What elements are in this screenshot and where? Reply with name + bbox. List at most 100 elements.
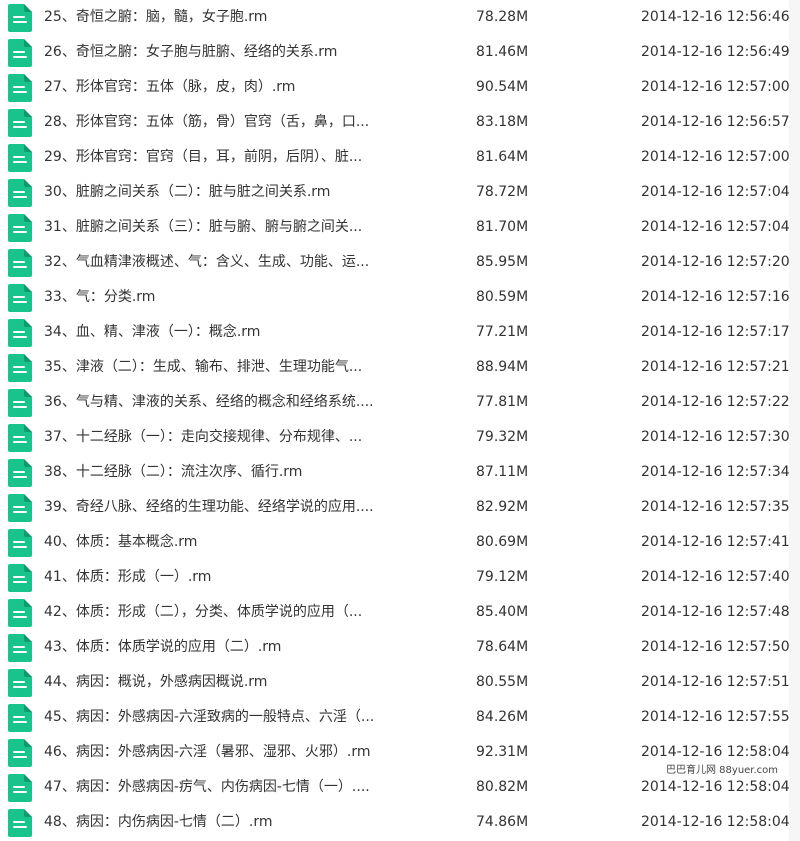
file-name[interactable]: 44、病因：概说，外感病因概说.rm — [44, 665, 464, 700]
file-date: 2014-12-16 12:57:04 — [641, 184, 790, 200]
file-row[interactable]: 45、病因：外感病因-六淫致病的一般特点、六淫（... 84.26M 2014-12… — [0, 700, 790, 735]
file-size: 88.94M — [476, 359, 529, 375]
file-name[interactable]: 43、体质：体质学说的应用（二）.rm — [44, 630, 464, 665]
file-list: 25、奇恒之腑：脑，髓，女子胞.rm 78.28M 2014-12-16 12:56… — [0, 0, 800, 841]
file-size: 85.40M — [476, 604, 529, 620]
file-date: 2014-12-16 12:57:21 — [641, 359, 790, 375]
file-name[interactable]: 42、体质：形成（二），分类、体质学说的应用（... — [44, 595, 464, 630]
file-row[interactable]: 27、形体官窍：五体（脉，皮，肉）.rm 90.54M 2014-12-16 12:… — [0, 70, 790, 105]
file-row[interactable]: 36、气与精、津液的关系、经络的概念和经络系统.... 77.81M 2014-12… — [0, 385, 790, 420]
file-date: 2014-12-16 12:56:46 — [641, 9, 790, 25]
file-date: 2014-12-16 12:57:41 — [641, 534, 790, 550]
file-name[interactable]: 31、脏腑之间关系（三）：脏与腑、腑与腑之间关... — [44, 210, 464, 245]
document-icon — [8, 389, 32, 417]
document-icon — [8, 564, 32, 592]
file-row[interactable]: 42、体质：形成（二），分类、体质学说的应用（... 85.40M 2014-12-… — [0, 595, 790, 630]
file-row[interactable]: 34、血、精、津液（一）：概念.rm 77.21M 2014-12-16 12:57… — [0, 315, 790, 350]
file-row[interactable]: 39、奇经八脉、经络的生理功能、经络学说的应用.... 82.92M 2014-12… — [0, 490, 790, 525]
file-row[interactable]: 38、十二经脉（二）：流注次序、循行.rm 87.11M 2014-12-16 12… — [0, 455, 790, 490]
file-size: 78.64M — [476, 639, 529, 655]
file-name[interactable]: 28、形体官窍：五体（筋，骨）官窍（舌，鼻，口... — [44, 105, 464, 140]
file-size: 77.21M — [476, 324, 529, 340]
document-icon — [8, 214, 32, 242]
file-name[interactable]: 27、形体官窍：五体（脉，皮，肉）.rm — [44, 70, 464, 105]
file-name[interactable]: 45、病因：外感病因-六淫致病的一般特点、六淫（... — [44, 700, 464, 735]
file-row[interactable]: 30、脏腑之间关系（二）：脏与脏之间关系.rm 78.72M 2014-12-16 … — [0, 175, 790, 210]
file-size: 78.28M — [476, 9, 529, 25]
document-icon — [8, 494, 32, 522]
document-icon — [8, 669, 32, 697]
file-size: 74.86M — [476, 814, 529, 830]
file-row[interactable]: 44、病因：概说，外感病因概说.rm 80.55M 2014-12-16 12:57… — [0, 665, 790, 700]
file-size: 81.64M — [476, 149, 529, 165]
document-icon — [8, 599, 32, 627]
file-date: 2014-12-16 12:57:48 — [641, 604, 790, 620]
document-icon — [8, 739, 32, 767]
file-name[interactable]: 30、脏腑之间关系（二）：脏与脏之间关系.rm — [44, 175, 464, 210]
file-date: 2014-12-16 12:57:00 — [641, 79, 790, 95]
file-name[interactable]: 37、十二经脉（一）：走向交接规律、分布规律、... — [44, 420, 464, 455]
file-date: 2014-12-16 12:57:30 — [641, 429, 790, 445]
file-row[interactable]: 35、津液（二）：生成、输布、排泄、生理功能气... 88.94M 2014-12-… — [0, 350, 790, 385]
document-icon — [8, 109, 32, 137]
file-name[interactable]: 32、气血精津液概述、气：含义、生成、功能、运... — [44, 245, 464, 280]
file-name[interactable]: 41、体质：形成（一）.rm — [44, 560, 464, 595]
file-row[interactable]: 41、体质：形成（一）.rm 79.12M 2014-12-16 12:57:40 — [0, 560, 790, 595]
file-date: 2014-12-16 12:57:20 — [641, 254, 790, 270]
file-row[interactable]: 37、十二经脉（一）：走向交接规律、分布规律、... 79.32M 2014-12-… — [0, 420, 790, 455]
file-name[interactable]: 40、体质：基本概念.rm — [44, 525, 464, 560]
file-size: 82.92M — [476, 499, 529, 515]
file-size: 80.82M — [476, 779, 529, 795]
file-row[interactable]: 28、形体官窍：五体（筋，骨）官窍（舌，鼻，口... 83.18M 2014-12-… — [0, 105, 790, 140]
document-icon — [8, 319, 32, 347]
file-row[interactable]: 31、脏腑之间关系（三）：脏与腑、腑与腑之间关... 81.70M 2014-12-… — [0, 210, 790, 245]
file-name[interactable]: 29、形体官窍：官窍（目，耳，前阴，后阴）、脏... — [44, 140, 464, 175]
watermark: 巴巴育儿网 88yuer.com — [664, 764, 781, 778]
file-name[interactable]: 46、病因：外感病因-六淫（暑邪、湿邪、火邪）.rm — [44, 735, 464, 770]
file-date: 2014-12-16 12:57:17 — [641, 324, 790, 340]
file-date: 2014-12-16 12:57:34 — [641, 464, 790, 480]
file-size: 80.59M — [476, 289, 529, 305]
file-row[interactable]: 43、体质：体质学说的应用（二）.rm 78.64M 2014-12-16 12:5… — [0, 630, 790, 665]
file-row[interactable]: 26、奇恒之腑：女子胞与脏腑、经络的关系.rm 81.46M 2014-12-16 … — [0, 35, 790, 70]
document-icon — [8, 529, 32, 557]
file-size: 81.46M — [476, 44, 529, 60]
scrollbar[interactable] — [789, 0, 800, 841]
file-size: 77.81M — [476, 394, 529, 410]
file-date: 2014-12-16 12:56:49 — [641, 44, 790, 60]
file-date: 2014-12-16 12:57:00 — [641, 149, 790, 165]
file-date: 2014-12-16 12:56:57 — [641, 114, 790, 130]
file-date: 2014-12-16 12:57:55 — [641, 709, 790, 725]
file-name[interactable]: 39、奇经八脉、经络的生理功能、经络学说的应用.... — [44, 490, 464, 525]
document-icon — [8, 179, 32, 207]
file-row[interactable]: 40、体质：基本概念.rm 80.69M 2014-12-16 12:57:41 — [0, 525, 790, 560]
file-size: 87.11M — [476, 464, 529, 480]
file-name[interactable]: 26、奇恒之腑：女子胞与脏腑、经络的关系.rm — [44, 35, 464, 70]
file-row[interactable]: 33、气：分类.rm 80.59M 2014-12-16 12:57:16 — [0, 280, 790, 315]
file-row[interactable]: 48、病因：内伤病因-七情（二）.rm 74.86M 2014-12-16 12:5… — [0, 805, 790, 840]
document-icon — [8, 354, 32, 382]
document-icon — [8, 284, 32, 312]
file-date: 2014-12-16 12:57:35 — [641, 499, 790, 515]
document-icon — [8, 634, 32, 662]
file-name[interactable]: 47、病因：外感病因-疠气、内伤病因-七情（一）.... — [44, 770, 464, 805]
file-name[interactable]: 38、十二经脉（二）：流注次序、循行.rm — [44, 455, 464, 490]
document-icon — [8, 144, 32, 172]
document-icon — [8, 424, 32, 452]
file-name[interactable]: 36、气与精、津液的关系、经络的概念和经络系统.... — [44, 385, 464, 420]
document-icon — [8, 39, 32, 67]
file-row[interactable]: 29、形体官窍：官窍（目，耳，前阴，后阴）、脏... 81.64M 2014-12-… — [0, 140, 790, 175]
file-row[interactable]: 25、奇恒之腑：脑，髓，女子胞.rm 78.28M 2014-12-16 12:56… — [0, 0, 790, 35]
file-size: 85.95M — [476, 254, 529, 270]
file-name[interactable]: 34、血、精、津液（一）：概念.rm — [44, 315, 464, 350]
file-date: 2014-12-16 12:58:04 — [641, 814, 790, 830]
document-icon — [8, 704, 32, 732]
file-date: 2014-12-16 12:57:22 — [641, 394, 790, 410]
file-name[interactable]: 33、气：分类.rm — [44, 280, 464, 315]
file-name[interactable]: 48、病因：内伤病因-七情（二）.rm — [44, 805, 464, 840]
file-row[interactable]: 32、气血精津液概述、气：含义、生成、功能、运... 85.95M 2014-12-… — [0, 245, 790, 280]
file-size: 79.12M — [476, 569, 529, 585]
document-icon — [8, 809, 32, 837]
file-name[interactable]: 25、奇恒之腑：脑，髓，女子胞.rm — [44, 0, 464, 35]
file-name[interactable]: 35、津液（二）：生成、输布、排泄、生理功能气... — [44, 350, 464, 385]
